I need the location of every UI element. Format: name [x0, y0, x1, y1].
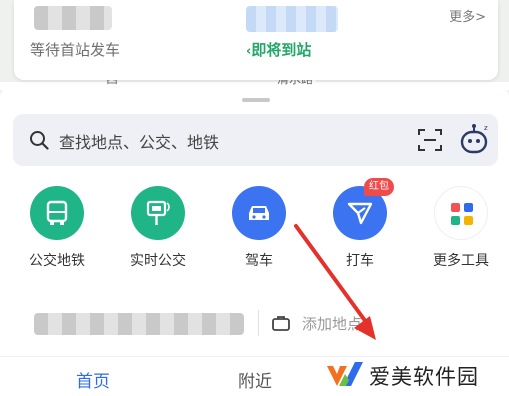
tool-realtime-bus[interactable]: 实时公交	[118, 186, 198, 276]
address-row: 添加地点	[0, 300, 509, 346]
watermark: 爱美软件园	[325, 356, 505, 392]
tool-label: 打车	[346, 253, 374, 269]
more-link[interactable]: 更多>	[449, 6, 486, 25]
tool-drive[interactable]: 驾车	[219, 186, 299, 276]
blurred-home-address[interactable]	[34, 313, 244, 335]
watermark-text: 爱美软件园	[369, 365, 479, 389]
search-bar[interactable]: 查找地点、公交、地铁 z	[13, 114, 498, 166]
robot-assistant-icon[interactable]: z	[457, 122, 493, 158]
tab-nearby[interactable]: 附近	[238, 367, 272, 392]
search-input[interactable]: 查找地点、公交、地铁	[59, 129, 219, 153]
search-icon	[30, 131, 49, 150]
tool-label: 更多工具	[433, 253, 489, 269]
bus-status-card[interactable]: 等待首站发车 ‹即将到站 更多>	[14, 0, 498, 80]
tool-bus-metro[interactable]: 公交地铁	[17, 186, 97, 276]
add-place-button[interactable]: 添加地点	[302, 313, 362, 334]
scan-icon[interactable]	[417, 128, 443, 152]
arriving-soon-text: ‹即将到站	[246, 41, 312, 59]
briefcase-icon	[272, 316, 290, 331]
svg-text:z: z	[484, 124, 488, 132]
car-icon	[232, 186, 286, 240]
tool-taxi[interactable]: 红包 打车	[320, 178, 400, 276]
red-packet-badge: 红包	[364, 178, 394, 196]
tool-label: 公交地铁	[29, 253, 85, 269]
bottom-sheet: 查找地点、公交、地铁 z 公交地铁 实时公交 驾车 红包 打车 更多工具 添加地…	[0, 86, 509, 396]
tool-label: 驾车	[245, 253, 273, 269]
sheet-drag-handle[interactable]	[242, 98, 270, 102]
blurred-route-name	[34, 6, 112, 30]
tool-more[interactable]: 更多工具	[421, 186, 501, 276]
tab-home[interactable]: 首页	[76, 367, 110, 392]
tool-label: 实时公交	[130, 253, 186, 269]
blurred-bus-line	[246, 6, 338, 32]
grid-tools-icon	[434, 186, 488, 240]
bus-stop-sign-icon	[131, 186, 185, 240]
watermark-logo-icon	[327, 362, 363, 386]
bus-icon	[30, 186, 84, 240]
divider	[258, 310, 259, 336]
waiting-departure-text: 等待首站发车	[30, 41, 121, 59]
